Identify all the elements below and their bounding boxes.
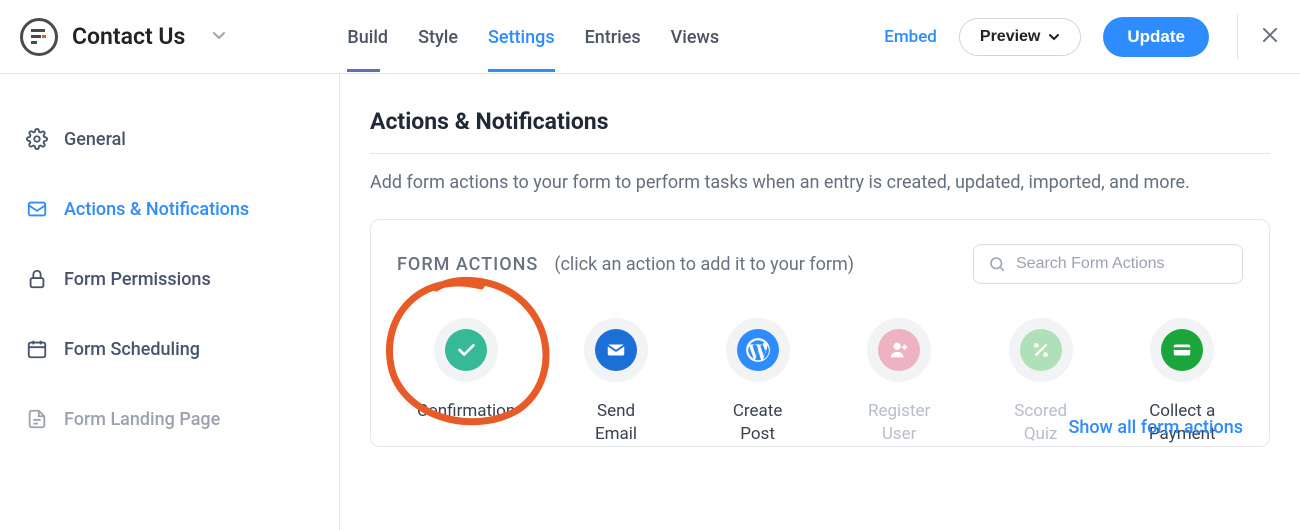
header-right: Embed Preview Update (884, 14, 1280, 60)
form-actions-label: FORM ACTIONS (397, 254, 538, 275)
tab-entries[interactable]: Entries (585, 3, 641, 70)
action-label: Register User (858, 400, 940, 446)
header: Contact Us Build Style Settings Entries … (0, 0, 1300, 74)
percent-icon (1030, 339, 1052, 361)
sidebar-label-landing: Form Landing Page (64, 409, 220, 430)
body: General Actions & Notifications Form Per… (0, 74, 1300, 530)
divider (370, 153, 1270, 154)
form-title: Contact Us (72, 23, 185, 50)
panel-head: FORM ACTIONS (click an action to add it … (397, 244, 1243, 284)
logo-title-group: Contact Us (20, 18, 227, 56)
sidebar-label-permissions: Form Permissions (64, 269, 211, 290)
card-icon (1171, 339, 1193, 361)
calendar-icon (26, 338, 48, 360)
tab-style[interactable]: Style (418, 3, 458, 70)
sidebar-item-general[interactable]: General (0, 104, 339, 174)
sidebar-item-permissions[interactable]: Form Permissions (0, 244, 339, 314)
search-field[interactable] (973, 244, 1243, 284)
tab-build[interactable]: Build (347, 3, 388, 70)
action-create-post[interactable]: Create Post (717, 318, 799, 446)
page-icon (26, 408, 48, 430)
user-plus-icon (888, 339, 910, 361)
sidebar-label-scheduling: Form Scheduling (64, 339, 200, 360)
action-label: Create Post (717, 400, 799, 446)
sidebar-label-actions: Actions & Notifications (64, 199, 249, 220)
lock-icon (26, 268, 48, 290)
close-icon[interactable] (1260, 25, 1280, 49)
page-description: Add form actions to your form to perform… (370, 172, 1270, 193)
embed-link[interactable]: Embed (884, 27, 937, 47)
action-label: Confirmation (417, 400, 515, 423)
sidebar-item-landing[interactable]: Form Landing Page (0, 384, 339, 454)
show-all-link[interactable]: Show all form actions (1068, 417, 1243, 438)
wordpress-icon (745, 337, 771, 363)
tab-settings[interactable]: Settings (488, 3, 555, 70)
main: Actions & Notifications Add form actions… (340, 74, 1300, 530)
chevron-down-icon (1048, 31, 1060, 43)
preview-label: Preview (980, 28, 1040, 46)
preview-button[interactable]: Preview (959, 18, 1081, 56)
tab-views[interactable]: Views (671, 3, 719, 70)
app-logo (20, 18, 58, 56)
gear-icon (26, 128, 48, 150)
chevron-down-icon[interactable] (211, 27, 227, 47)
check-icon (455, 339, 477, 361)
action-send-email[interactable]: Send Email (575, 318, 657, 446)
sidebar-item-actions[interactable]: Actions & Notifications (0, 174, 339, 244)
update-button[interactable]: Update (1103, 17, 1209, 57)
actions-icon (26, 198, 48, 220)
divider (1237, 14, 1238, 60)
form-actions-hint: (click an action to add it to your form) (554, 254, 854, 275)
form-actions-panel: FORM ACTIONS (click an action to add it … (370, 219, 1270, 447)
sidebar-item-scheduling[interactable]: Form Scheduling (0, 314, 339, 384)
sidebar-label-general: General (64, 129, 126, 150)
sidebar: General Actions & Notifications Form Per… (0, 74, 340, 530)
page-title: Actions & Notifications (370, 108, 1270, 135)
mail-icon (605, 339, 627, 361)
tabs: Build Style Settings Entries Views (347, 3, 719, 70)
action-register-user[interactable]: Register User (858, 318, 940, 446)
search-input[interactable] (1016, 255, 1228, 273)
action-confirmation[interactable]: Confirmation (417, 318, 515, 446)
action-label: Send Email (575, 400, 657, 446)
search-icon (988, 255, 1006, 273)
